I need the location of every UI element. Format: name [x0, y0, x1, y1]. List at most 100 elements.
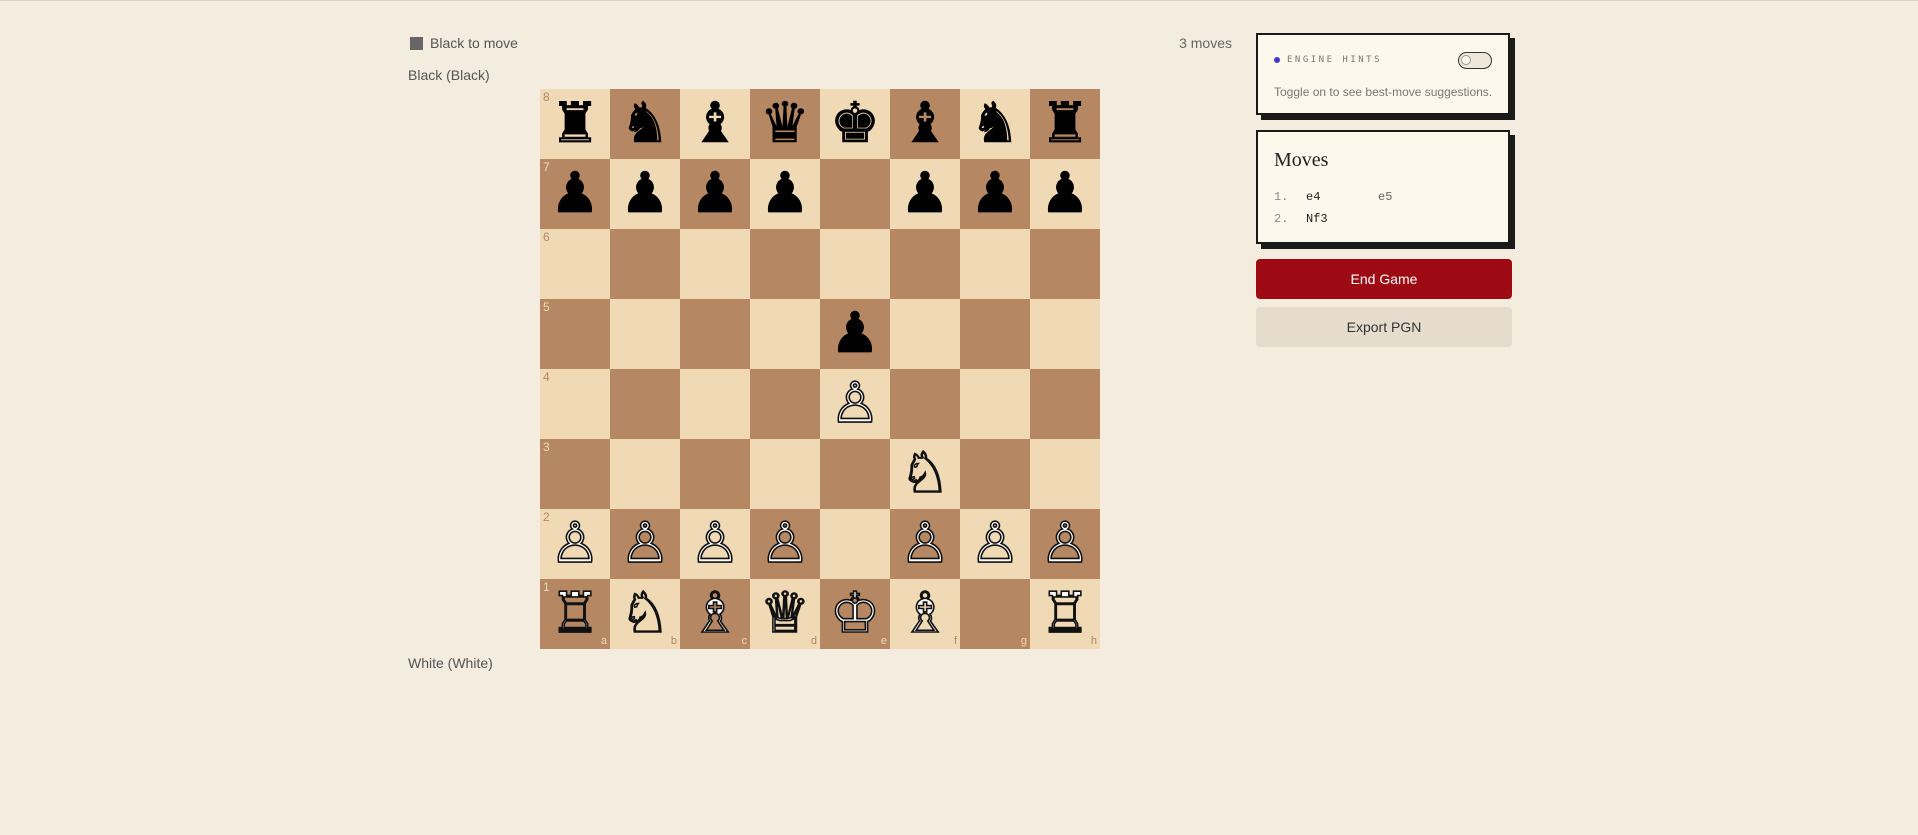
white-piece-c1[interactable]: ♗	[689, 585, 741, 643]
square-e1[interactable]: e ♔	[820, 579, 890, 649]
black-piece-g8[interactable]: ♞	[970, 95, 1021, 152]
black-piece-b8[interactable]: ♞	[620, 95, 671, 152]
square-g7[interactable]: ♟	[960, 159, 1030, 229]
square-a7[interactable]: 7 ♟	[540, 159, 610, 229]
square-f3[interactable]: ♘	[890, 439, 960, 509]
square-f7[interactable]: ♟	[890, 159, 960, 229]
square-f2[interactable]: ♙	[890, 509, 960, 579]
black-piece-e5[interactable]: ♟	[830, 305, 881, 362]
square-d1[interactable]: d ♕	[750, 579, 820, 649]
chess-board[interactable]: 8 ♜ ♞ ♝ ♛ ♚ ♝ ♞ ♜ 7 ♟ ♟ ♟ ♟ ♟ ♟ ♟ 6 5 ♟ 4 ♙ 3 ♘ 2 ♙ ♙ ♙ ♙ ♙ ♙ ♙ 1 a ♖ b ♘ c ♗ d…	[540, 89, 1100, 649]
square-a1[interactable]: 1 a ♖	[540, 579, 610, 649]
square-a2[interactable]: 2 ♙	[540, 509, 610, 579]
white-piece-h2[interactable]: ♙	[1039, 515, 1091, 573]
black-piece-e8[interactable]: ♚	[830, 95, 881, 152]
white-piece-f1[interactable]: ♗	[899, 585, 951, 643]
square-g5[interactable]	[960, 299, 1030, 369]
square-d4[interactable]	[750, 369, 820, 439]
square-g6[interactable]	[960, 229, 1030, 299]
export-pgn-button[interactable]: Export PGN	[1256, 307, 1512, 347]
white-move[interactable]: e4	[1306, 190, 1378, 204]
square-d8[interactable]: ♛	[750, 89, 820, 159]
square-h2[interactable]: ♙	[1030, 509, 1100, 579]
square-h7[interactable]: ♟	[1030, 159, 1100, 229]
square-c4[interactable]	[680, 369, 750, 439]
square-a5[interactable]: 5	[540, 299, 610, 369]
square-c1[interactable]: c ♗	[680, 579, 750, 649]
square-d5[interactable]	[750, 299, 820, 369]
engine-hints-toggle[interactable]	[1458, 52, 1492, 69]
white-piece-f3[interactable]: ♘	[899, 445, 951, 503]
white-piece-b2[interactable]: ♙	[619, 515, 671, 573]
square-h8[interactable]: ♜	[1030, 89, 1100, 159]
square-e5[interactable]: ♟	[820, 299, 890, 369]
square-h5[interactable]	[1030, 299, 1100, 369]
white-piece-g2[interactable]: ♙	[969, 515, 1021, 573]
white-piece-d2[interactable]: ♙	[759, 515, 811, 573]
square-h1[interactable]: h ♖	[1030, 579, 1100, 649]
square-a6[interactable]: 6	[540, 229, 610, 299]
white-piece-e4[interactable]: ♙	[829, 375, 881, 433]
square-c8[interactable]: ♝	[680, 89, 750, 159]
square-b2[interactable]: ♙	[610, 509, 680, 579]
black-piece-h8[interactable]: ♜	[1040, 95, 1091, 152]
square-f6[interactable]	[890, 229, 960, 299]
square-f5[interactable]	[890, 299, 960, 369]
square-h4[interactable]	[1030, 369, 1100, 439]
black-piece-f8[interactable]: ♝	[900, 95, 951, 152]
square-b4[interactable]	[610, 369, 680, 439]
square-c5[interactable]	[680, 299, 750, 369]
square-g8[interactable]: ♞	[960, 89, 1030, 159]
square-b3[interactable]	[610, 439, 680, 509]
end-game-button[interactable]: End Game	[1256, 259, 1512, 299]
square-c3[interactable]	[680, 439, 750, 509]
square-d3[interactable]	[750, 439, 820, 509]
white-piece-d1[interactable]: ♕	[759, 585, 811, 643]
black-piece-d7[interactable]: ♟	[760, 165, 811, 222]
square-b5[interactable]	[610, 299, 680, 369]
square-f1[interactable]: f ♗	[890, 579, 960, 649]
black-move[interactable]: e5	[1378, 190, 1392, 204]
square-g3[interactable]	[960, 439, 1030, 509]
square-c6[interactable]	[680, 229, 750, 299]
square-a8[interactable]: 8 ♜	[540, 89, 610, 159]
square-c7[interactable]: ♟	[680, 159, 750, 229]
square-e8[interactable]: ♚	[820, 89, 890, 159]
square-h3[interactable]	[1030, 439, 1100, 509]
white-piece-b1[interactable]: ♘	[619, 585, 671, 643]
square-f8[interactable]: ♝	[890, 89, 960, 159]
black-piece-g7[interactable]: ♟	[970, 165, 1021, 222]
square-d7[interactable]: ♟	[750, 159, 820, 229]
square-f4[interactable]	[890, 369, 960, 439]
black-piece-c8[interactable]: ♝	[690, 95, 741, 152]
square-c2[interactable]: ♙	[680, 509, 750, 579]
square-b7[interactable]: ♟	[610, 159, 680, 229]
white-piece-c2[interactable]: ♙	[689, 515, 741, 573]
square-e2[interactable]	[820, 509, 890, 579]
square-b8[interactable]: ♞	[610, 89, 680, 159]
black-piece-a8[interactable]: ♜	[550, 95, 601, 152]
black-piece-a7[interactable]: ♟	[550, 165, 601, 222]
square-a4[interactable]: 4	[540, 369, 610, 439]
square-d6[interactable]	[750, 229, 820, 299]
white-piece-a1[interactable]: ♖	[549, 585, 601, 643]
black-piece-b7[interactable]: ♟	[620, 165, 671, 222]
square-g2[interactable]: ♙	[960, 509, 1030, 579]
square-b6[interactable]	[610, 229, 680, 299]
black-piece-d8[interactable]: ♛	[760, 95, 811, 152]
black-piece-h7[interactable]: ♟	[1040, 165, 1091, 222]
square-b1[interactable]: b ♘	[610, 579, 680, 649]
square-h6[interactable]	[1030, 229, 1100, 299]
black-piece-c7[interactable]: ♟	[690, 165, 741, 222]
square-e7[interactable]	[820, 159, 890, 229]
white-piece-f2[interactable]: ♙	[899, 515, 951, 573]
white-piece-e1[interactable]: ♔	[829, 585, 881, 643]
square-d2[interactable]: ♙	[750, 509, 820, 579]
square-a3[interactable]: 3	[540, 439, 610, 509]
square-g1[interactable]: g	[960, 579, 1030, 649]
square-e3[interactable]	[820, 439, 890, 509]
square-e6[interactable]	[820, 229, 890, 299]
white-piece-a2[interactable]: ♙	[549, 515, 601, 573]
black-piece-f7[interactable]: ♟	[900, 165, 951, 222]
white-move[interactable]: Nf3	[1306, 212, 1378, 226]
